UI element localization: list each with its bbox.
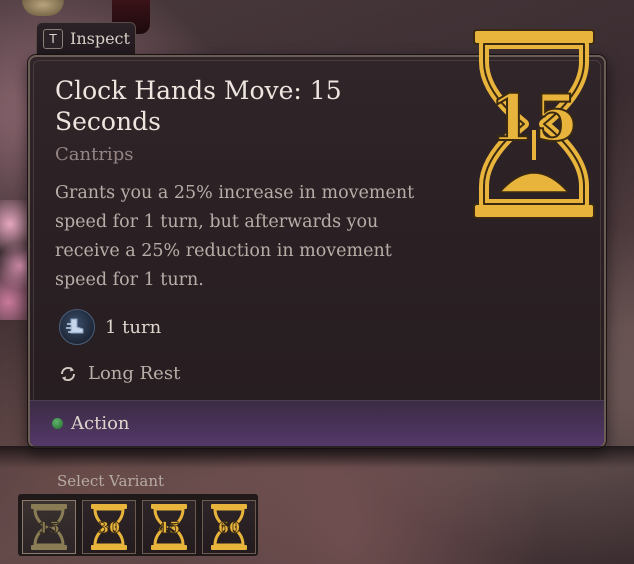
variant-slot-60[interactable]: 60 — [202, 500, 256, 554]
hourglass-icon: 30 — [91, 504, 127, 550]
variant-slot-15[interactable]: 15 — [22, 500, 76, 554]
variant-slot-45[interactable]: 45 — [142, 500, 196, 554]
variant-number: 45 — [158, 518, 180, 537]
duration-text: 1 turn — [105, 316, 162, 338]
variant-number: 15 — [38, 518, 60, 537]
select-variant-label: Select Variant — [57, 472, 165, 490]
inspect-key-badge: T — [43, 28, 63, 49]
recharge-row: Long Rest — [58, 363, 180, 384]
hourglass-icon: 15 — [31, 504, 67, 550]
inspect-tab[interactable]: T Inspect — [36, 22, 136, 54]
spell-title: Clock Hands Move: 15 Seconds — [55, 76, 342, 136]
hourglass-icon: 45 — [151, 504, 187, 550]
variant-slot-30[interactable]: 30 — [82, 500, 136, 554]
hourglass-icon: 15 — [464, 22, 604, 226]
duration-row: 1 turn — [59, 309, 161, 345]
variant-number: 30 — [98, 518, 120, 537]
spell-category: Cantrips — [55, 144, 134, 165]
hourglass-icon: 60 — [211, 504, 247, 550]
recharge-text: Long Rest — [88, 363, 181, 384]
inspect-label: Inspect — [70, 29, 130, 48]
boot-dash-icon — [59, 309, 95, 345]
hourglass-number: 15 — [489, 81, 578, 156]
variant-number: 60 — [218, 518, 240, 537]
spell-description: Grants you a 25% increase in movement sp… — [55, 183, 415, 290]
green-dot-icon — [52, 418, 63, 429]
action-cost-label: Action — [71, 413, 130, 434]
background-rock — [22, 0, 64, 16]
variant-header-shade — [0, 446, 634, 468]
refresh-icon — [58, 364, 78, 384]
action-cost-bar: Action — [30, 400, 604, 446]
